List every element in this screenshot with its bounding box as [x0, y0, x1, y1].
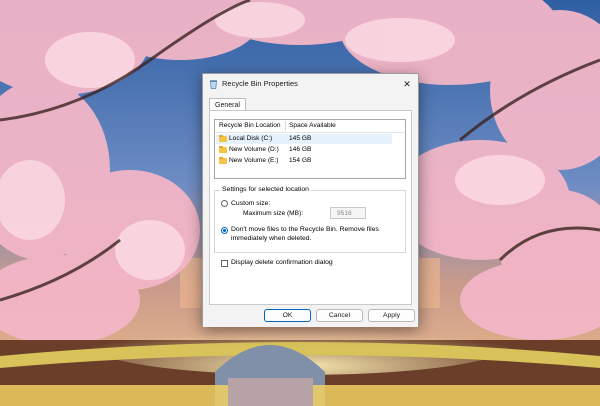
cancel-button[interactable]: Cancel	[316, 309, 363, 322]
column-separator	[285, 121, 286, 131]
max-size-label: Maximum size (MB):	[243, 210, 304, 217]
list-header: Recycle Bin Location Space Available	[215, 120, 405, 133]
drive-row[interactable]: New Volume (E:) 154 GB	[216, 156, 392, 166]
ok-button[interactable]: OK	[264, 309, 311, 322]
custom-size-label: Custom size:	[231, 200, 271, 207]
dont-move-label-line1: Don't move files to the Recycle Bin. Rem…	[231, 226, 379, 233]
drive-name: New Volume (D:)	[229, 146, 279, 153]
dont-move-radio[interactable]	[221, 227, 228, 234]
drive-folder-icon	[219, 156, 227, 164]
drive-folder-icon	[219, 134, 227, 142]
column-header-space[interactable]: Space Available	[289, 122, 336, 129]
title-bar[interactable]: Recycle Bin Properties ✕	[203, 74, 418, 94]
recycle-bin-icon	[210, 80, 217, 89]
drive-row[interactable]: Local Disk (C:) 145 GB	[216, 134, 392, 144]
custom-size-radio[interactable]	[221, 200, 228, 207]
dont-move-label-line2: immediately when deleted.	[231, 235, 312, 242]
max-size-input[interactable]: 9516	[330, 207, 366, 219]
drive-name: New Volume (E:)	[229, 157, 279, 164]
drive-list[interactable]: Recycle Bin Location Space Available Loc…	[214, 119, 406, 179]
drive-space: 146 GB	[289, 146, 312, 153]
drive-space: 154 GB	[289, 157, 312, 164]
drive-name: Local Disk (C:)	[229, 135, 273, 142]
settings-group-label: Settings for selected location	[220, 186, 311, 193]
drive-row[interactable]: New Volume (D:) 146 GB	[216, 145, 392, 155]
confirm-checkbox[interactable]	[221, 260, 228, 267]
drive-folder-icon	[219, 145, 227, 153]
confirm-label: Display delete confirmation dialog	[231, 259, 333, 266]
close-button[interactable]: ✕	[396, 74, 418, 94]
dialog-title: Recycle Bin Properties	[222, 79, 298, 88]
drive-space: 145 GB	[289, 135, 312, 142]
column-header-location[interactable]: Recycle Bin Location	[219, 122, 281, 129]
apply-button[interactable]: Apply	[368, 309, 415, 322]
